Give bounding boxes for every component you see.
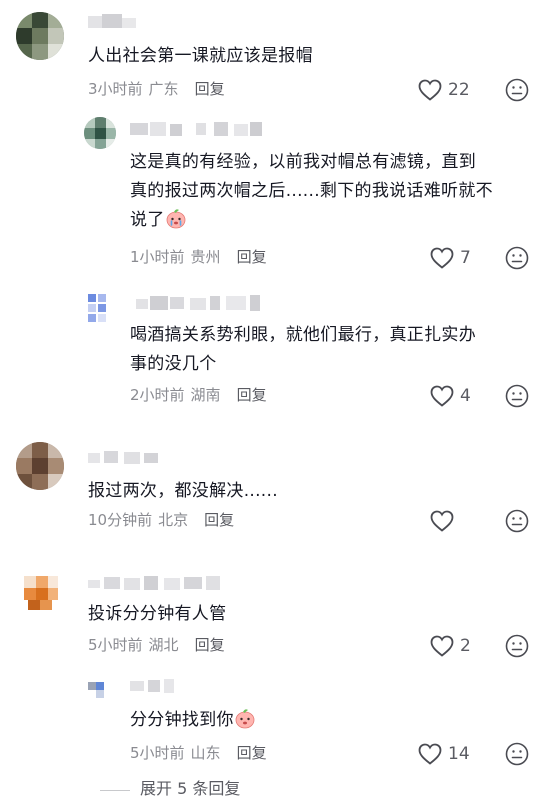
heart-icon[interactable] xyxy=(430,635,454,657)
heart-icon[interactable] xyxy=(430,385,454,407)
dislike-icon[interactable] xyxy=(505,634,529,658)
reply-text: 这是真的有经验，以前我对帽总有滤镜，直到 真的报过两次帽之后......剩下的我… xyxy=(130,152,493,230)
heart-icon[interactable] xyxy=(430,510,454,532)
comment-location: 北京 xyxy=(158,511,189,529)
reply-meta: 2小时前 湖南 回复 xyxy=(130,384,267,406)
reply-button[interactable]: 回复 xyxy=(237,386,267,404)
reply-button[interactable]: 回复 xyxy=(204,511,234,529)
dislike-icon[interactable] xyxy=(505,384,529,408)
like-count: 4 xyxy=(460,386,471,406)
avatar[interactable] xyxy=(16,12,64,60)
reply-location: 山东 xyxy=(190,744,221,762)
reply-button[interactable]: 回复 xyxy=(237,744,267,762)
heart-icon[interactable] xyxy=(430,247,454,269)
comment-text: 投诉分分钟有人管 xyxy=(88,604,227,624)
comment-time: 3小时前 xyxy=(88,80,143,98)
reply-time: 5小时前 xyxy=(130,744,185,762)
username-blurred[interactable] xyxy=(130,676,180,698)
avatar[interactable] xyxy=(16,572,64,620)
comment-text: 人出社会第一课就应该是报帽 xyxy=(88,46,313,66)
reply-text: 喝酒搞关系势利眼，就他们最行，真正扎实办 事的没几个 xyxy=(130,325,476,374)
reply-button[interactable]: 回复 xyxy=(237,248,267,266)
comment-location: 湖北 xyxy=(148,636,179,654)
avatar[interactable] xyxy=(16,442,64,490)
username-blurred[interactable] xyxy=(136,294,266,316)
comment-meta: 3小时前 广东 回复 xyxy=(88,78,225,100)
comment-meta: 5小时前 湖北 回复 xyxy=(88,634,225,656)
expand-divider xyxy=(100,790,130,791)
reply-time: 2小时前 xyxy=(130,386,185,404)
reply-button[interactable]: 回复 xyxy=(195,80,225,98)
comment-time: 5小时前 xyxy=(88,636,143,654)
reply-time: 1小时前 xyxy=(130,248,185,266)
username-blurred[interactable] xyxy=(88,448,168,470)
reply-location: 贵州 xyxy=(190,248,221,266)
expand-replies-button[interactable]: 展开 5 条回复 xyxy=(140,778,240,800)
reply-text: 分分钟找到你 xyxy=(130,706,256,735)
comment-time: 10分钟前 xyxy=(88,511,153,529)
comment-location: 广东 xyxy=(148,80,179,98)
like-count: 14 xyxy=(448,744,470,764)
crying-peach-emoji xyxy=(166,209,186,229)
heart-icon[interactable] xyxy=(418,79,442,101)
peach-emoji xyxy=(235,709,255,729)
username-blurred[interactable] xyxy=(88,574,228,596)
reply-button[interactable]: 回复 xyxy=(195,636,225,654)
heart-icon[interactable] xyxy=(418,743,442,765)
avatar[interactable] xyxy=(84,678,116,710)
username-blurred[interactable] xyxy=(88,12,148,34)
dislike-icon[interactable] xyxy=(505,742,529,766)
dislike-icon[interactable] xyxy=(505,78,529,102)
dislike-icon[interactable] xyxy=(505,246,529,270)
reply-location: 湖南 xyxy=(190,386,221,404)
reply-meta: 5小时前 山东 回复 xyxy=(130,742,267,764)
comment-text: 报过两次，都没解决...... xyxy=(88,481,278,501)
like-count: 7 xyxy=(460,248,471,268)
username-blurred[interactable] xyxy=(130,120,270,142)
like-count: 2 xyxy=(460,636,471,656)
like-count: 22 xyxy=(448,80,470,100)
dislike-icon[interactable] xyxy=(505,509,529,533)
comment-meta: 10分钟前 北京 回复 xyxy=(88,509,234,531)
avatar[interactable] xyxy=(84,117,116,149)
reply-meta: 1小时前 贵州 回复 xyxy=(130,246,267,268)
avatar[interactable] xyxy=(84,292,116,324)
